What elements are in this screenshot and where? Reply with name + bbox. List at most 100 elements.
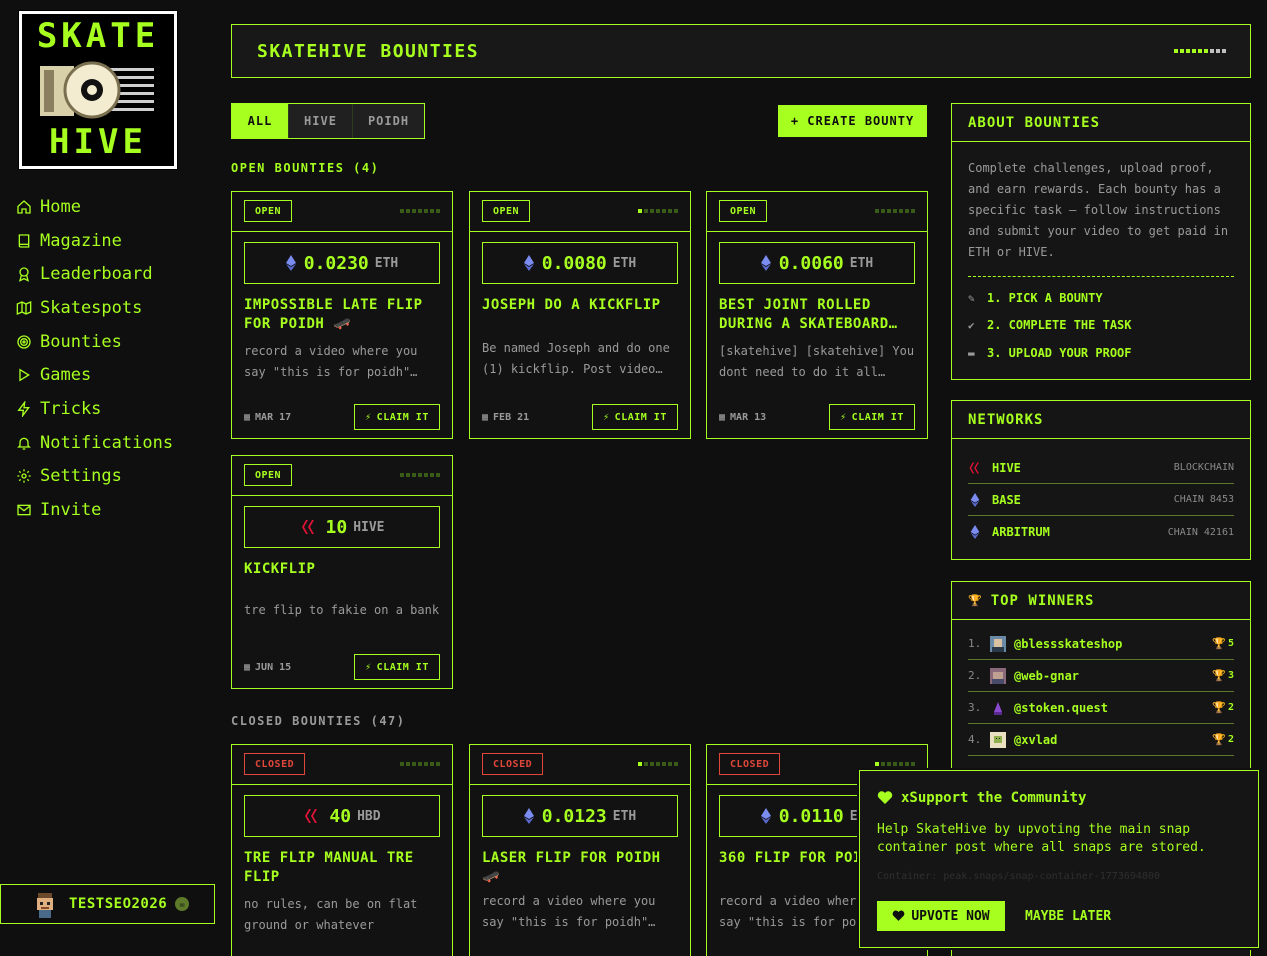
amount-unit: ETH xyxy=(374,255,399,271)
eth-icon xyxy=(285,255,296,271)
folder-icon: ▬ xyxy=(968,346,975,360)
eth-icon xyxy=(523,808,534,824)
envelope-icon[interactable]: ✉ xyxy=(175,897,190,911)
nav-invite[interactable]: Invite xyxy=(16,493,173,527)
tab-hive[interactable]: HIVE xyxy=(289,104,353,138)
bounty-description: tre flip to fakie on a bank xyxy=(244,603,440,617)
upvote-now-button[interactable]: UPVOTE NOW xyxy=(877,901,1005,931)
bounty-date: ▦ JUN 15 xyxy=(244,662,291,673)
status-badge: OPEN xyxy=(244,464,293,486)
networks-panel: NETWORKS HIVE BLOCKCHAIN BASE CHAIN 8453… xyxy=(951,400,1251,560)
trophy-icon: 🏆 xyxy=(1212,637,1226,650)
logo-top-text: SKATE xyxy=(36,16,160,56)
bounty-title[interactable]: LASER FLIP FOR POIDH 🛹 xyxy=(482,849,678,887)
nav-notifications[interactable]: Notifications xyxy=(16,426,173,460)
bounty-card[interactable]: CLOSED 40 HBD TRE FLIP MANUAL TRE FLIP n… xyxy=(231,744,453,956)
nav-magazine[interactable]: Magazine xyxy=(16,224,173,258)
maybe-later-button[interactable]: MAYBE LATER xyxy=(1025,901,1111,931)
claim-button[interactable]: ⚡ CLAIM IT xyxy=(354,654,440,680)
network-sub: CHAIN 42161 xyxy=(1167,526,1234,538)
trophy-icon: 🏆 xyxy=(1212,701,1226,714)
eth-icon xyxy=(523,255,534,271)
nav-bounties[interactable]: Bounties xyxy=(16,325,173,359)
trophy-icon: 🏆 xyxy=(1212,669,1226,682)
bounty-amount: 0.0230 ETH xyxy=(244,242,440,284)
bounty-title[interactable]: KICKFLIP xyxy=(244,560,440,579)
winner-row[interactable]: 4. @xvlad 🏆 2 xyxy=(968,724,1234,756)
nav-tricks[interactable]: Tricks xyxy=(16,392,173,426)
home-icon xyxy=(17,199,31,214)
avatar xyxy=(990,667,1006,684)
network-row-arbitrum: ARBITRUM CHAIN 42161 xyxy=(968,516,1234,548)
bounty-card[interactable]: OPEN 0.0080 ETH JOSEPH DO A KICKFLIP Be … xyxy=(469,191,691,439)
nav-home[interactable]: Home xyxy=(16,190,173,224)
heart-icon xyxy=(877,791,893,804)
bounty-description: record a video where you say "this is fo… xyxy=(244,344,418,379)
winner-row[interactable]: 1. @blessskateshop 🏆 5 xyxy=(968,628,1234,660)
amount-value: 0.0230 xyxy=(303,252,369,274)
claim-label: CLAIM IT xyxy=(614,411,667,423)
bounty-title[interactable]: TRE FLIP MANUAL TRE FLIP xyxy=(244,849,440,887)
win-count: 🏆 2 xyxy=(1212,701,1234,714)
skatehive-logo[interactable]: SKATE HIVE xyxy=(18,10,178,170)
bounty-title[interactable]: IMPOSSIBLE LATE FLIP FOR POIDH 🛹 xyxy=(244,296,440,334)
eth-icon xyxy=(760,808,771,824)
claim-button[interactable]: ⚡ CLAIM IT xyxy=(829,404,915,430)
lightning-icon xyxy=(17,400,30,417)
bounty-description: Be named Joseph and do one (1) kickflip.… xyxy=(482,341,670,376)
step-complete: ✔ 2. COMPLETE THE TASK xyxy=(968,318,1132,332)
bounty-title[interactable]: BEST JOINT ROLLED DURING A SKATEBOARD… xyxy=(719,296,915,334)
bounty-card[interactable]: OPEN 10 HIVE KICKFLIP tre flip to fakie … xyxy=(231,455,453,689)
win-count: 🏆 5 xyxy=(1212,637,1234,650)
bounty-card[interactable]: CLOSED 0.0123 ETH LASER FLIP FOR POIDH 🛹… xyxy=(469,744,691,956)
heart-icon xyxy=(893,910,905,921)
nav-label: Skatespots xyxy=(40,297,143,318)
nav-games[interactable]: Games xyxy=(16,358,173,392)
amount-unit: HBD xyxy=(357,808,381,824)
mail-icon xyxy=(17,504,31,516)
nav-label: Tricks xyxy=(40,398,102,419)
winner-row[interactable]: 3. @stoken.quest 🏆 2 xyxy=(968,692,1234,724)
open-bounties-heading: OPEN BOUNTIES (4) xyxy=(231,161,380,175)
about-description: Complete challenges, upload proof, and e… xyxy=(968,161,1229,259)
date-text: JUN 15 xyxy=(255,661,292,673)
amount-value: 0.0110 xyxy=(778,805,844,827)
network-name: BASE xyxy=(992,492,1021,507)
page-title: SKATEHIVE BOUNTIES xyxy=(257,40,480,62)
claim-button[interactable]: ⚡ CLAIM IT xyxy=(592,404,678,430)
bounty-date: ▦ FEB 21 xyxy=(482,412,529,423)
bounty-description: [skatehive] [skatehive] You dont need to… xyxy=(719,344,915,379)
calendar-icon: ▦ xyxy=(244,411,251,423)
bell-icon xyxy=(17,437,31,450)
bounty-amount: 40 HBD xyxy=(244,795,440,837)
hive-icon xyxy=(301,520,314,534)
rank: 2. xyxy=(968,669,982,682)
rank: 1. xyxy=(968,637,982,650)
amount-value: 10 xyxy=(325,516,348,538)
panel-title: ABOUT BOUNTIES xyxy=(952,104,1250,142)
create-bounty-button[interactable]: + CREATE BOUNTY xyxy=(778,105,927,137)
nav-label: Bounties xyxy=(40,331,122,352)
claim-label: CLAIM IT xyxy=(376,411,429,423)
date-text: MAR 17 xyxy=(255,411,292,423)
nav-label: Notifications xyxy=(40,432,174,453)
bounty-title[interactable]: JOSEPH DO A KICKFLIP xyxy=(482,296,678,315)
winner-row[interactable]: 2. @web-gnar 🏆 3 xyxy=(968,660,1234,692)
status-badge: CLOSED xyxy=(244,753,306,775)
win-count-value: 5 xyxy=(1227,638,1234,649)
trophy-icon: 🏆 xyxy=(968,594,983,607)
user-profile-chip[interactable]: TESTSEO2026 ✉ xyxy=(0,884,215,924)
sidebar: SKATE HIVE Home Magazine Leaderboard Ska… xyxy=(0,0,215,956)
avatar xyxy=(37,893,53,918)
nav-skatespots[interactable]: Skatespots xyxy=(16,291,173,325)
claim-label: CLAIM IT xyxy=(376,661,429,673)
amount-unit: ETH xyxy=(849,255,874,271)
claim-button[interactable]: ⚡ CLAIM IT xyxy=(354,404,440,430)
bounty-card[interactable]: OPEN 0.0230 ETH IMPOSSIBLE LATE FLIP FOR… xyxy=(231,191,453,439)
tab-all[interactable]: ALL xyxy=(232,104,289,138)
nav-settings[interactable]: Settings xyxy=(16,460,173,494)
status-badge: OPEN xyxy=(482,200,531,222)
tab-poidh[interactable]: POIDH xyxy=(353,104,424,138)
bounty-card[interactable]: OPEN 0.0060 ETH BEST JOINT ROLLED DURING… xyxy=(706,191,928,439)
nav-leaderboard[interactable]: Leaderboard xyxy=(16,257,173,291)
